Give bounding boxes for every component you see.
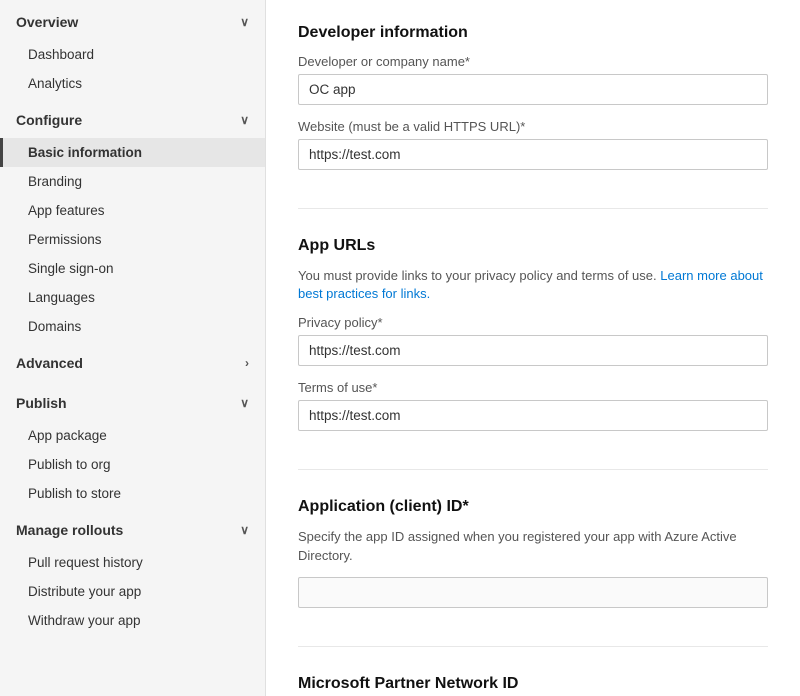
sidebar-section-label: Manage rollouts xyxy=(16,522,123,538)
sidebar-section-configure[interactable]: Configure ∨ xyxy=(0,98,265,138)
sidebar-item-dashboard[interactable]: Dashboard xyxy=(0,40,265,69)
sidebar-item-branding[interactable]: Branding xyxy=(0,167,265,196)
section-title-app-urls: App URLs xyxy=(298,237,768,255)
sidebar: Overview ∨ DashboardAnalytics Configure ∨ Bas… xyxy=(0,0,266,696)
sidebar-item-app-package[interactable]: App package xyxy=(0,421,265,450)
field-label-developer-info-0: Developer or company name* xyxy=(298,54,768,69)
chevron-icon: ∨ xyxy=(240,15,249,29)
sidebar-item-app-features[interactable]: App features xyxy=(0,196,265,225)
section-title-developer-info: Developer information xyxy=(298,24,768,42)
section-title-app-client-id: Application (client) ID* xyxy=(298,498,768,516)
section-title-mpn-id: Microsoft Partner Network ID xyxy=(298,675,768,693)
section-desc-app-urls: You must provide links to your privacy p… xyxy=(298,267,768,303)
field-label-app-urls-1: Terms of use* xyxy=(298,380,768,395)
sidebar-section-label: Overview xyxy=(16,14,78,30)
sidebar-item-distribute-your-app[interactable]: Distribute your app xyxy=(0,577,265,606)
sidebar-section-label: Advanced xyxy=(16,355,83,371)
chevron-icon: ∨ xyxy=(240,113,249,127)
sidebar-item-languages[interactable]: Languages xyxy=(0,283,265,312)
section-app-urls: App URLs You must provide links to your p… xyxy=(298,237,768,470)
sidebar-item-publish-to-org[interactable]: Publish to org xyxy=(0,450,265,479)
sidebar-item-pull-request-history[interactable]: Pull request history xyxy=(0,548,265,577)
field-input-developer-info-1[interactable] xyxy=(298,139,768,170)
chevron-icon: ∨ xyxy=(240,523,249,537)
sidebar-section-publish[interactable]: Publish ∨ xyxy=(0,381,265,421)
section-mpn-id: Microsoft Partner Network IDIf you're pa… xyxy=(298,675,768,696)
sidebar-section-label: Publish xyxy=(16,395,67,411)
section-developer-info: Developer information Developer or compan… xyxy=(298,24,768,209)
sidebar-item-analytics[interactable]: Analytics xyxy=(0,69,265,98)
sidebar-item-permissions[interactable]: Permissions xyxy=(0,225,265,254)
field-input-developer-info-0[interactable] xyxy=(298,74,768,105)
main-content: Developer information Developer or compan… xyxy=(266,0,800,696)
sidebar-section-manage-rollouts[interactable]: Manage rollouts ∨ xyxy=(0,508,265,548)
section-link-app-urls[interactable]: Learn more about best practices for link… xyxy=(298,268,763,301)
field-label-app-urls-0: Privacy policy* xyxy=(298,315,768,330)
sidebar-item-basic-information[interactable]: Basic information xyxy=(0,138,265,167)
sidebar-item-withdraw-your-app[interactable]: Withdraw your app xyxy=(0,606,265,635)
sidebar-section-label: Configure xyxy=(16,112,82,128)
sidebar-item-domains[interactable]: Domains xyxy=(0,312,265,341)
chevron-icon: ∨ xyxy=(240,396,249,410)
field-input-app-urls-1[interactable] xyxy=(298,400,768,431)
chevron-icon: › xyxy=(245,356,249,370)
field-input-app-client-id-0[interactable] xyxy=(298,577,768,608)
section-desc-app-client-id: Specify the app ID assigned when you reg… xyxy=(298,528,768,564)
section-app-client-id: Application (client) ID* Specify the app … xyxy=(298,498,768,646)
sidebar-item-single-sign-on[interactable]: Single sign-on xyxy=(0,254,265,283)
field-input-app-urls-0[interactable] xyxy=(298,335,768,366)
sidebar-item-publish-to-store[interactable]: Publish to store xyxy=(0,479,265,508)
sidebar-section-advanced[interactable]: Advanced › xyxy=(0,341,265,381)
sidebar-section-overview[interactable]: Overview ∨ xyxy=(0,0,265,40)
field-label-developer-info-1: Website (must be a valid HTTPS URL)* xyxy=(298,119,768,134)
